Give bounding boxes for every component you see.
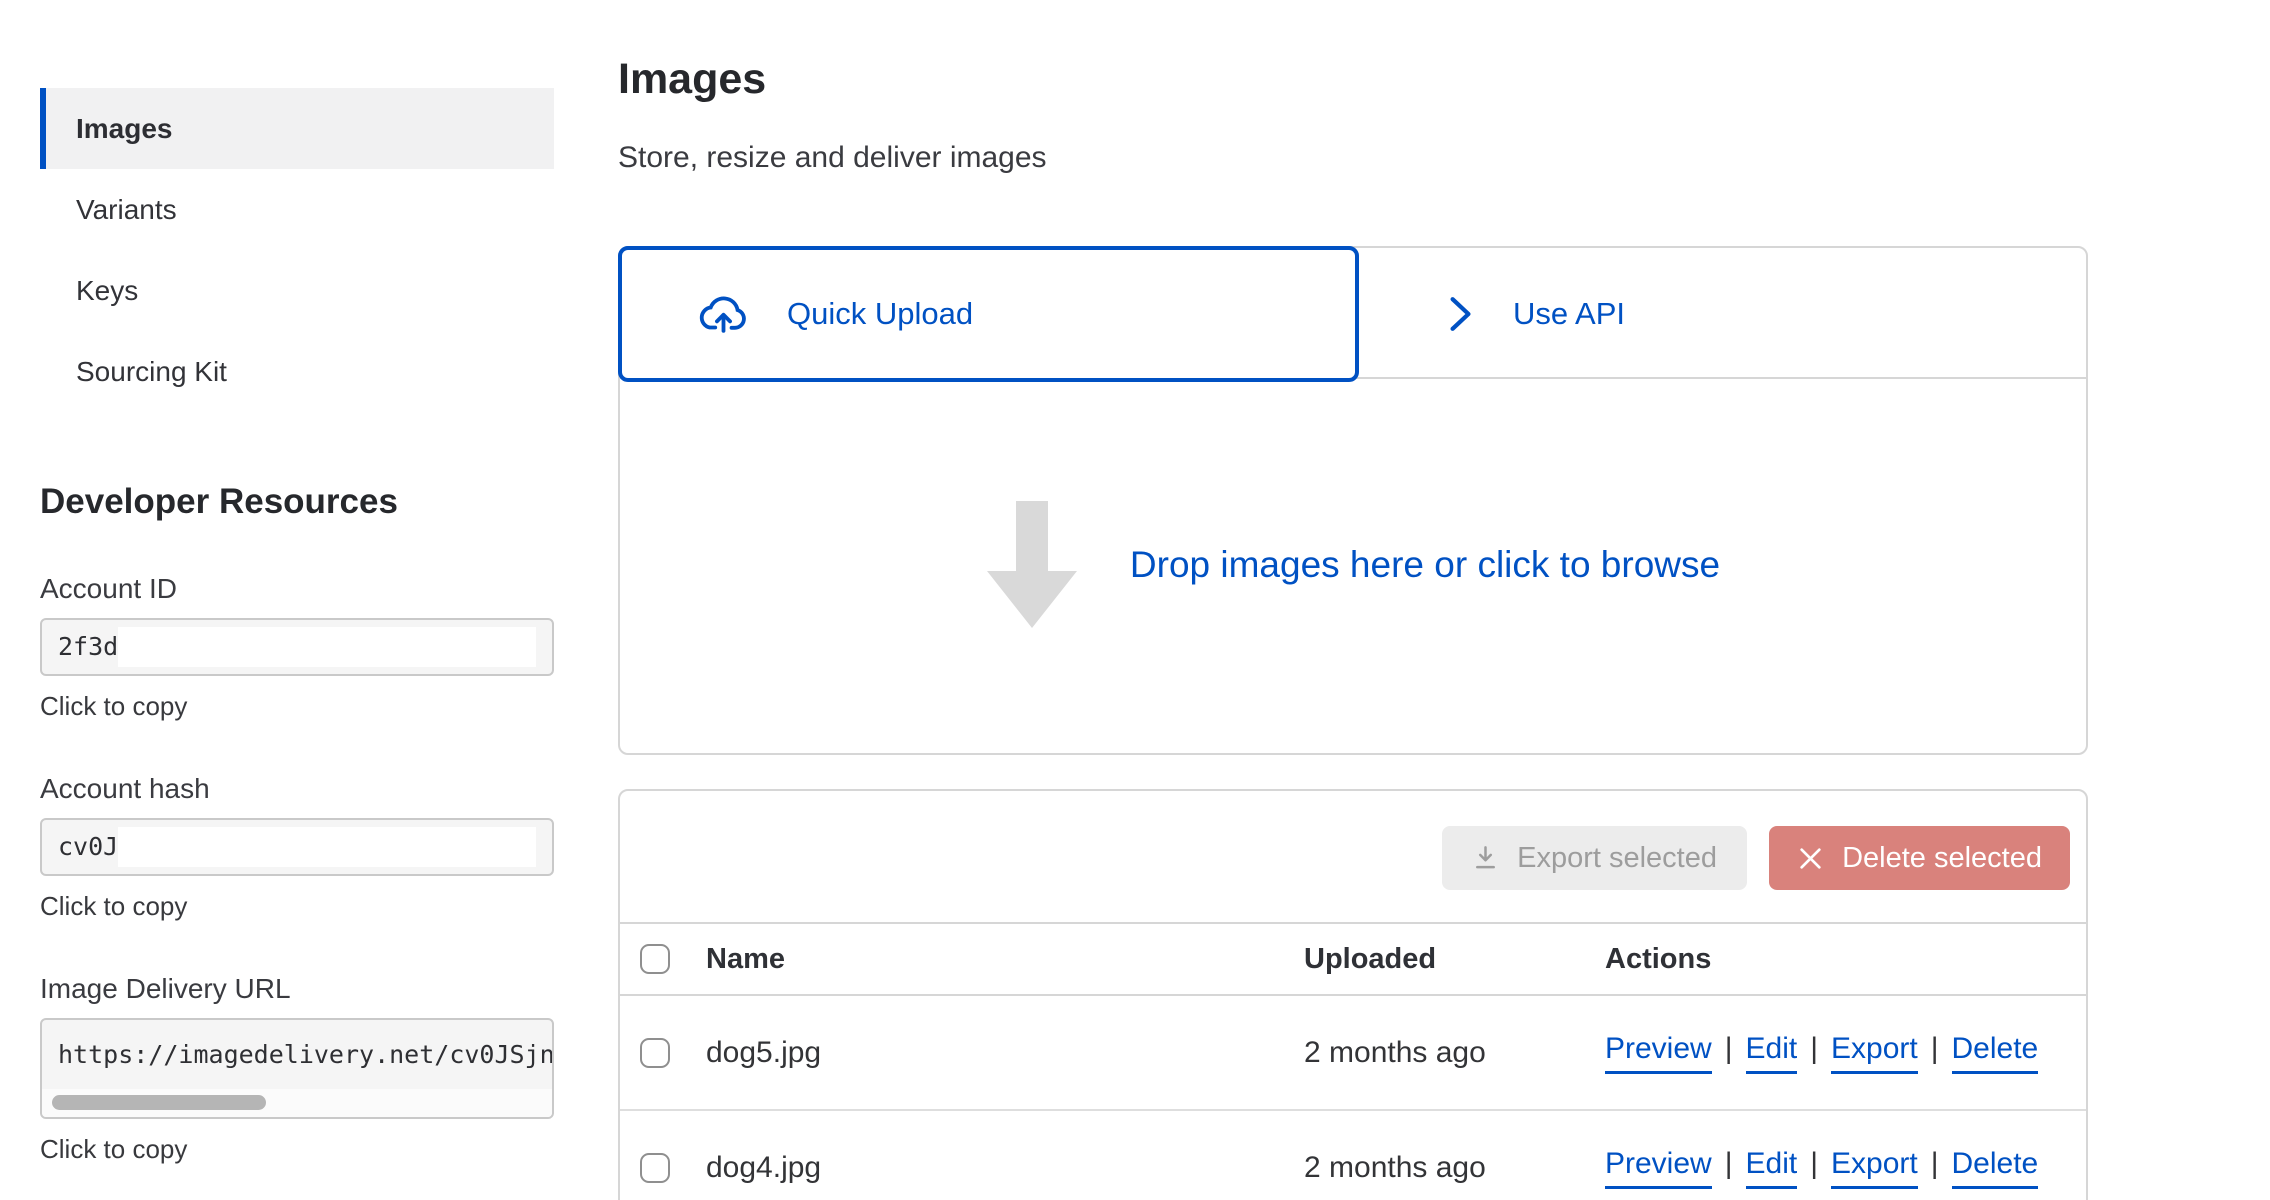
action-separator: | [1810, 1032, 1818, 1066]
sidebar-item-label: Images [76, 113, 173, 145]
download-icon [1472, 843, 1499, 873]
upload-card: Quick Upload Use API Drop images here or… [618, 246, 2088, 755]
file-name: dog4.jpg [706, 1151, 1304, 1185]
redaction-overlay [118, 827, 536, 867]
scrollbar-thumb[interactable] [52, 1095, 266, 1110]
action-separator: | [1931, 1147, 1939, 1181]
export-selected-label: Export selected [1517, 842, 1717, 875]
row-checkbox[interactable] [640, 1038, 670, 1068]
app: Images Variants Keys Sourcing Kit Develo… [0, 0, 2270, 1200]
sidebar-item-variants[interactable]: Variants [40, 169, 554, 250]
row-actions: Preview | Edit | Export | Delete [1605, 1147, 2086, 1189]
image-delivery-url-label: Image Delivery URL [40, 975, 554, 1003]
account-hash-field[interactable]: cv0J [40, 818, 554, 876]
action-separator: | [1810, 1147, 1818, 1181]
account-hash-label: Account hash [40, 775, 554, 803]
action-link-edit[interactable]: Edit [1746, 1032, 1798, 1074]
page-subtitle: Store, resize and deliver images [618, 143, 1047, 173]
dropzone-label: Drop images here or click to browse [1130, 544, 1720, 586]
action-link-export[interactable]: Export [1831, 1032, 1918, 1074]
action-link-preview[interactable]: Preview [1605, 1147, 1712, 1189]
sidebar-item-label: Sourcing Kit [76, 356, 227, 388]
account-id-field[interactable]: 2f3d [40, 618, 554, 676]
horizontal-scrollbar[interactable] [42, 1089, 552, 1117]
cloud-upload-icon [696, 293, 751, 336]
action-separator: | [1725, 1032, 1733, 1066]
account-id-copy-hint: Click to copy [40, 693, 554, 719]
tab-use-api[interactable]: Use API [1359, 248, 2086, 379]
row-actions: Preview | Edit | Export | Delete [1605, 1032, 2086, 1074]
action-link-preview[interactable]: Preview [1605, 1032, 1712, 1074]
action-separator: | [1931, 1032, 1939, 1066]
table-row: dog5.jpg 2 months ago Preview | Edit | E… [620, 996, 2086, 1111]
account-id-label: Account ID [40, 575, 554, 603]
developer-resources-title: Developer Resources [40, 484, 554, 519]
delete-selected-label: Delete selected [1842, 842, 2042, 875]
tab-use-api-label: Use API [1513, 296, 1625, 332]
drop-arrow-icon [986, 501, 1078, 629]
upload-time: 2 months ago [1304, 1036, 1605, 1070]
table-row: dog4.jpg 2 months ago Preview | Edit | E… [620, 1111, 2086, 1200]
upload-tab-row: Quick Upload Use API [620, 248, 2086, 379]
account-hash-copy-hint: Click to copy [40, 893, 554, 919]
upload-time: 2 months ago [1304, 1151, 1605, 1185]
sidebar-item-images[interactable]: Images [40, 88, 554, 169]
delete-selected-button[interactable]: Delete selected [1769, 826, 2070, 890]
image-delivery-url-field[interactable]: https://imagedelivery.net/cv0JSjn80 [40, 1018, 554, 1119]
image-delivery-url-copy-hint: Click to copy [40, 1136, 554, 1162]
select-all-checkbox[interactable] [640, 944, 670, 974]
column-header-uploaded: Uploaded [1304, 943, 1605, 976]
close-icon [1797, 845, 1824, 872]
dropzone[interactable]: Drop images here or click to browse [620, 379, 2086, 750]
action-link-delete[interactable]: Delete [1952, 1032, 2039, 1074]
action-link-export[interactable]: Export [1831, 1147, 1918, 1189]
images-table-card: Export selected Delete selected Name Upl… [618, 789, 2088, 1200]
tab-quick-upload[interactable]: Quick Upload [618, 246, 1359, 382]
redaction-overlay [118, 627, 536, 667]
sidebar-item-label: Keys [76, 275, 138, 307]
sidebar-item-sourcing-kit[interactable]: Sourcing Kit [40, 331, 554, 412]
account-id-value: 2f3d [58, 632, 118, 661]
image-delivery-url-value: https://imagedelivery.net/cv0JSjn80 [42, 1020, 552, 1089]
sidebar: Images Variants Keys Sourcing Kit [40, 88, 554, 412]
sidebar-item-keys[interactable]: Keys [40, 250, 554, 331]
column-header-actions: Actions [1605, 943, 2086, 976]
action-link-delete[interactable]: Delete [1952, 1147, 2039, 1189]
page-title: Images [618, 58, 766, 101]
sidebar-item-label: Variants [76, 194, 177, 226]
table-header: Name Uploaded Actions [620, 922, 2086, 996]
chevron-right-icon [1447, 295, 1473, 333]
export-selected-button[interactable]: Export selected [1442, 826, 1747, 890]
action-separator: | [1725, 1147, 1733, 1181]
developer-resources-section: Developer Resources Account ID 2f3d Clic… [40, 484, 554, 1162]
column-header-name: Name [706, 943, 1304, 976]
account-hash-value: cv0J [58, 832, 118, 861]
tab-quick-upload-label: Quick Upload [787, 296, 973, 332]
action-link-edit[interactable]: Edit [1746, 1147, 1798, 1189]
row-checkbox[interactable] [640, 1153, 670, 1183]
file-name: dog5.jpg [706, 1036, 1304, 1070]
table-toolbar: Export selected Delete selected [620, 791, 2086, 922]
